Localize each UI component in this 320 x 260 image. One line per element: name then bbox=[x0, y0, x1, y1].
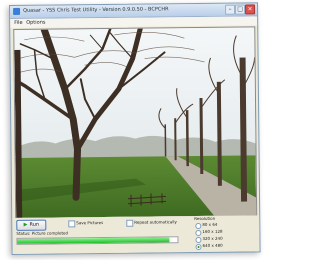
app-window: Quasar - YSS Chris Test Utility - Versio… bbox=[9, 2, 261, 255]
photo-image bbox=[14, 27, 257, 218]
menu-options[interactable]: Options bbox=[26, 19, 45, 28]
close-icon[interactable]: × bbox=[245, 4, 256, 15]
captured-picture bbox=[13, 26, 258, 219]
save-pictures-label: Save Pictures bbox=[76, 220, 104, 226]
status-text: Status: Picture completed bbox=[16, 230, 69, 236]
resolution-label-320x240: 320 x 240 bbox=[202, 235, 223, 241]
app-icon bbox=[13, 7, 21, 15]
progress-bar bbox=[16, 236, 179, 245]
repeat-checkbox[interactable] bbox=[126, 219, 134, 227]
run-label: Run bbox=[29, 221, 40, 228]
maximize-icon[interactable]: □ bbox=[235, 4, 246, 15]
window-title: Quasar - YSS Chris Test Utility - Versio… bbox=[23, 6, 169, 14]
play-icon: ▶ bbox=[23, 221, 28, 228]
resolution-radio-80x64[interactable] bbox=[195, 222, 202, 230]
control-panel: ▶ Run Save Pictures Repeat automatically … bbox=[12, 215, 260, 254]
resolution-radio-320x240[interactable] bbox=[195, 236, 202, 244]
minimize-icon[interactable]: – bbox=[225, 4, 236, 15]
resolution-radio-160x128[interactable] bbox=[195, 229, 202, 237]
resolution-group: Resolution 80 x 64 160 x 128 320 x 240 6… bbox=[194, 215, 254, 251]
resolution-label-80x64: 80 x 64 bbox=[202, 221, 218, 227]
save-pictures-checkbox[interactable] bbox=[68, 220, 76, 228]
resolution-label-160x128: 160 x 128 bbox=[202, 228, 223, 234]
resolution-label-640x480: 640 x 480 bbox=[202, 242, 223, 248]
progress-fill bbox=[17, 237, 170, 244]
resolution-radio-640x480[interactable] bbox=[195, 243, 202, 251]
menu-file[interactable]: File bbox=[14, 19, 22, 28]
repeat-label: Repeat automatically bbox=[134, 219, 177, 225]
